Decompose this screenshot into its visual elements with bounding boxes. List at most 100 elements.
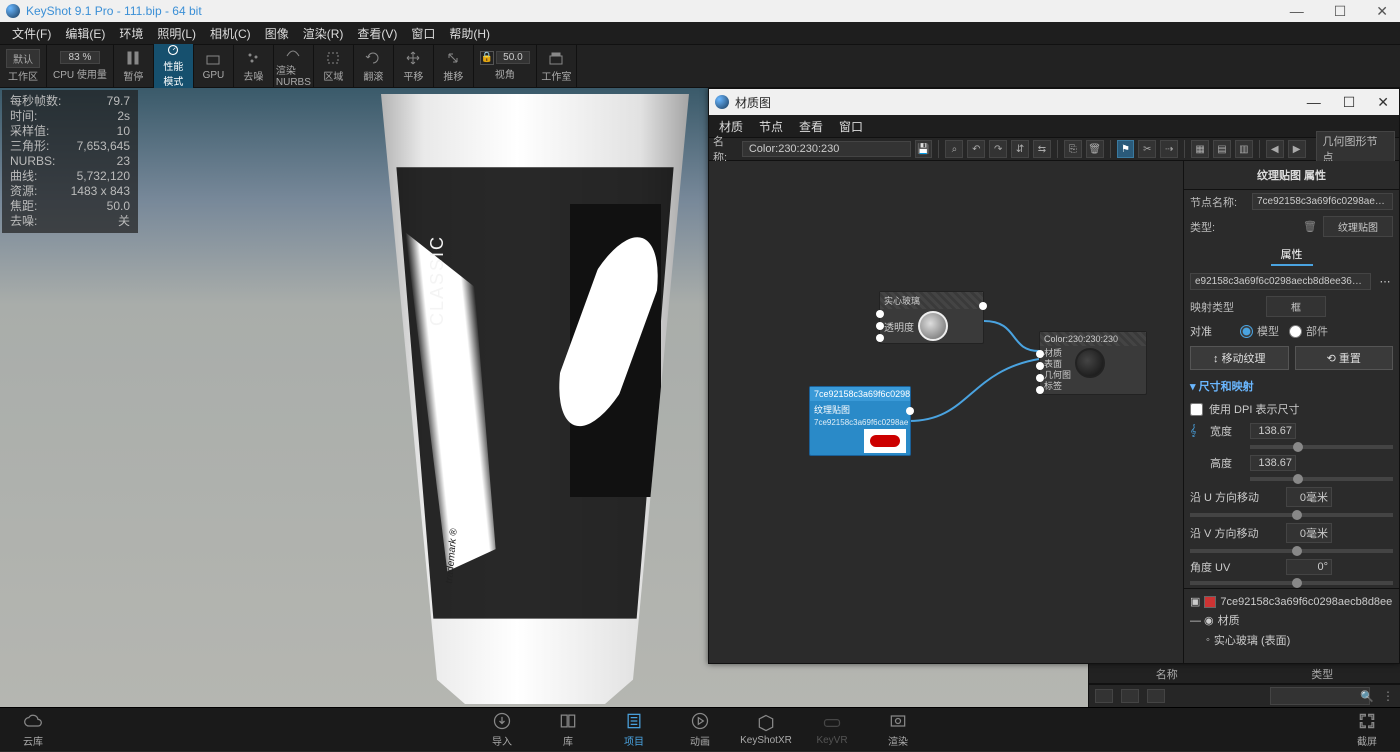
shift-v-slider[interactable]	[1190, 549, 1393, 553]
move-texture-button[interactable]: ↕ 移动纹理	[1190, 346, 1289, 370]
height-input[interactable]: 138.67	[1250, 455, 1296, 471]
type-delete-icon[interactable]: 🗑	[1303, 220, 1317, 233]
tree-item-glass[interactable]: ◦实心玻璃 (表面)	[1190, 630, 1393, 650]
port-in[interactable]	[1036, 350, 1044, 358]
material-search-input[interactable]	[1270, 687, 1370, 705]
reset-button[interactable]: ⟲ 重置	[1295, 346, 1394, 370]
cloud-library-button[interactable]: 云库	[0, 708, 66, 752]
mt-grid2-icon[interactable]: ▤	[1213, 140, 1231, 158]
menu-camera[interactable]: 相机(C)	[204, 23, 257, 44]
lock-icon[interactable]: 🔒	[480, 51, 494, 65]
menu-render[interactable]: 渲染(R)	[297, 23, 350, 44]
mt-fwd-icon[interactable]: ▶	[1288, 140, 1306, 158]
map-type-select[interactable]: 框	[1266, 296, 1326, 317]
project-button[interactable]: 项目	[601, 708, 667, 752]
mat-name-value[interactable]: Color:230:230:230	[742, 141, 911, 157]
gpu-button[interactable]: GPU	[194, 44, 234, 88]
tumble-button[interactable]: 翻滚	[354, 44, 394, 88]
shift-u-slider[interactable]	[1190, 513, 1393, 517]
file-browse-icon[interactable]: ⋯	[1377, 275, 1393, 288]
mt-link-icon[interactable]: ⇢	[1160, 140, 1178, 158]
port-in[interactable]	[1036, 362, 1044, 370]
tree-item-texture[interactable]: ▣7ce92158c3a69f6c0298aecb8d8ee	[1190, 593, 1393, 610]
view-grid-icon[interactable]	[1121, 689, 1139, 703]
studio-button[interactable]: 工作室	[537, 44, 577, 88]
matlist-col-type[interactable]: 类型	[1245, 664, 1400, 683]
mt-grid1-icon[interactable]: ▦	[1191, 140, 1209, 158]
search-icon[interactable]: 🔍	[1360, 690, 1374, 703]
matwin-maximize[interactable]: ☐	[1339, 94, 1360, 111]
menu-env[interactable]: 环境	[113, 23, 149, 44]
mt-copy-icon[interactable]: ⎘	[1064, 140, 1082, 158]
port-in[interactable]	[876, 322, 884, 330]
mt-search-icon[interactable]: ⌕	[945, 140, 963, 158]
library-button[interactable]: 库	[535, 708, 601, 752]
port-in[interactable]	[1036, 386, 1044, 394]
menu-image[interactable]: 图像	[259, 23, 295, 44]
align-part-radio[interactable]: 部件	[1289, 323, 1328, 339]
menu-view[interactable]: 查看(V)	[351, 23, 403, 44]
region-button[interactable]: 区域	[314, 44, 354, 88]
mt-grid3-icon[interactable]: ▥	[1235, 140, 1253, 158]
keyshotxr-button[interactable]: KeyShotXR	[733, 708, 799, 752]
mt-align-v-icon[interactable]: ⇵	[1011, 140, 1029, 158]
type-field[interactable]: 纹理贴图	[1323, 216, 1393, 237]
shift-v-input[interactable]: 0毫米	[1286, 523, 1332, 543]
fov-control[interactable]: 🔒 视角	[474, 44, 537, 88]
angle-input[interactable]: 0°	[1286, 559, 1332, 575]
port-out[interactable]	[979, 302, 987, 310]
port-in[interactable]	[876, 334, 884, 342]
cpu-usage-input[interactable]	[60, 51, 100, 64]
mt-save-icon[interactable]: 💾	[915, 140, 933, 158]
mt-align-h-icon[interactable]: ⇆	[1033, 140, 1051, 158]
matwin-menu-node[interactable]: 节点	[755, 116, 787, 137]
node-name-field[interactable]: 7ce92158c3a69f6c0298aecb8d	[1252, 193, 1393, 210]
viewport[interactable]: 每秒帧数:79.7 时间:2s 采样值:10 三角形:7,653,645 NUR…	[0, 88, 1400, 707]
angle-slider[interactable]	[1190, 581, 1393, 585]
port-in[interactable]	[876, 310, 884, 318]
close-button[interactable]: ✕	[1370, 3, 1394, 20]
mt-cut-icon[interactable]: ✂	[1138, 140, 1156, 158]
align-model-radio[interactable]: 模型	[1240, 323, 1279, 339]
menu-file[interactable]: 文件(F)	[6, 23, 57, 44]
pause-button[interactable]: 暂停	[114, 44, 154, 88]
import-button[interactable]: 导入	[469, 708, 535, 752]
pan-button[interactable]: 平移	[394, 44, 434, 88]
default-workspace[interactable]: 默认 工作区	[0, 44, 47, 88]
mt-redo-icon[interactable]: ↷	[989, 140, 1007, 158]
denoise-button[interactable]: 去噪	[234, 44, 274, 88]
size-section-header[interactable]: 尺寸和映射	[1184, 374, 1399, 398]
menu-edit[interactable]: 编辑(E)	[59, 23, 111, 44]
mt-flag-icon[interactable]: ⚑	[1117, 140, 1135, 158]
mt-undo-icon[interactable]: ↶	[967, 140, 985, 158]
maximize-button[interactable]: ☐	[1328, 3, 1353, 20]
matwin-menu-window[interactable]: 窗口	[835, 116, 867, 137]
cpu-usage[interactable]: CPU 使用量	[47, 44, 114, 88]
node-texture[interactable]: 7ce92158c3a69f6c0298aecb… 纹理贴图 7ce92158c…	[809, 386, 911, 456]
minimize-button[interactable]: —	[1284, 3, 1310, 20]
screenshot-button[interactable]: 截屏	[1334, 708, 1400, 752]
menu-lighting[interactable]: 照明(L)	[151, 23, 202, 44]
use-dpi-checkbox[interactable]	[1190, 403, 1203, 416]
node-graph-canvas[interactable]: 实心玻璃 透明度 Color:230:230:230 材质 表	[709, 161, 1183, 663]
render-button[interactable]: 渲染	[865, 708, 931, 752]
mt-delete-icon[interactable]: 🗑	[1086, 140, 1104, 158]
tree-item-material[interactable]: — ◉材质	[1190, 610, 1393, 630]
menu-window[interactable]: 窗口	[405, 23, 441, 44]
port-out[interactable]	[906, 407, 914, 415]
menu-help[interactable]: 帮助(H)	[443, 23, 496, 44]
matwin-close[interactable]: ✕	[1373, 94, 1393, 111]
height-slider[interactable]	[1250, 477, 1393, 481]
matwin-menu-view[interactable]: 查看	[795, 116, 827, 137]
matwin-minimize[interactable]: —	[1303, 94, 1325, 111]
link-icon[interactable]: 𝄞	[1190, 425, 1204, 438]
material-menu-icon[interactable]: ⋮	[1382, 689, 1394, 703]
fov-input[interactable]	[496, 51, 530, 64]
width-input[interactable]: 138.67	[1250, 423, 1296, 439]
dolly-button[interactable]: 推移	[434, 44, 474, 88]
mt-back-icon[interactable]: ◀	[1266, 140, 1284, 158]
matwin-titlebar[interactable]: 材质图 — ☐ ✕	[709, 89, 1399, 115]
file-field[interactable]: e92158c3a69f6c0298aecb8d8ee368.jpg	[1190, 273, 1371, 290]
view-list-icon[interactable]	[1095, 689, 1113, 703]
node-material[interactable]: Color:230:230:230 材质 表面 几何图 标签	[1039, 331, 1147, 395]
